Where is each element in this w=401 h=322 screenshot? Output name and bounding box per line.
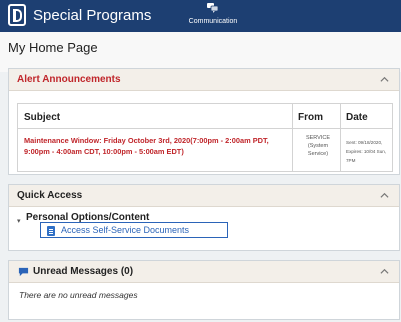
quick-access-title: Quick Access [17,190,83,201]
p-logo-icon[interactable] [8,4,26,26]
communication-label: Communication [188,18,238,25]
chevron-up-icon[interactable] [380,75,389,84]
communication-nav-button[interactable]: Communication [183,3,243,31]
top-navigation-bar: Special Programs Communication [0,0,401,32]
unread-messages-panel: Unread Messages (0) There are no unread … [8,260,400,320]
quick-access-header[interactable]: Quick Access [9,185,399,207]
document-icon [47,226,55,236]
table-row[interactable]: Maintenance Window: Friday October 3rd, … [18,129,392,171]
alerts-table: Subject From Date Maintenance Window: Fr… [17,103,393,172]
alert-announcements-panel: Alert Announcements Subject From Date Ma… [8,68,400,175]
self-service-link-label: Access Self-Service Documents [61,225,190,235]
chevron-up-icon[interactable] [380,267,389,276]
alert-date: Sent: 09/18/2020, Expires: 10/04 Sun, 7P… [346,138,392,165]
alert-subject-link[interactable]: Maintenance Window: Friday October 3rd, … [24,135,292,157]
quick-access-panel: Quick Access ▾ Personal Options/Content … [8,184,400,251]
column-header-date[interactable]: Date [346,112,368,123]
alert-from-line: Service) [307,151,329,157]
tree-expand-arrow-icon[interactable]: ▾ [17,217,21,225]
alert-announcements-title: Alert Announcements [17,74,121,85]
empty-messages-text: There are no unread messages [19,290,138,300]
unread-messages-header[interactable]: Unread Messages (0) [9,261,399,283]
unread-messages-title: Unread Messages (0) [33,266,134,277]
message-bubble-icon [18,267,29,277]
alerts-table-header: Subject From Date [18,104,392,129]
chat-bubbles-icon [207,3,219,13]
column-header-subject[interactable]: Subject [24,112,60,123]
column-header-from[interactable]: From [298,112,323,123]
alert-from-line: SERVICE [305,135,331,141]
alert-from-line: (System [307,143,329,149]
chevron-up-icon[interactable] [380,191,389,200]
page-title: My Home Page [8,40,98,55]
alert-expires-date: Expires: 10/04 Sun, 7PM [346,149,387,163]
alert-from: SERVICE (System Service) [298,134,338,158]
alert-sent-date: Sent: 09/18/2020, [346,140,383,145]
alert-announcements-header[interactable]: Alert Announcements [9,69,399,91]
app-title[interactable]: Special Programs [33,7,151,24]
access-self-service-documents-link[interactable]: Access Self-Service Documents [40,222,228,238]
